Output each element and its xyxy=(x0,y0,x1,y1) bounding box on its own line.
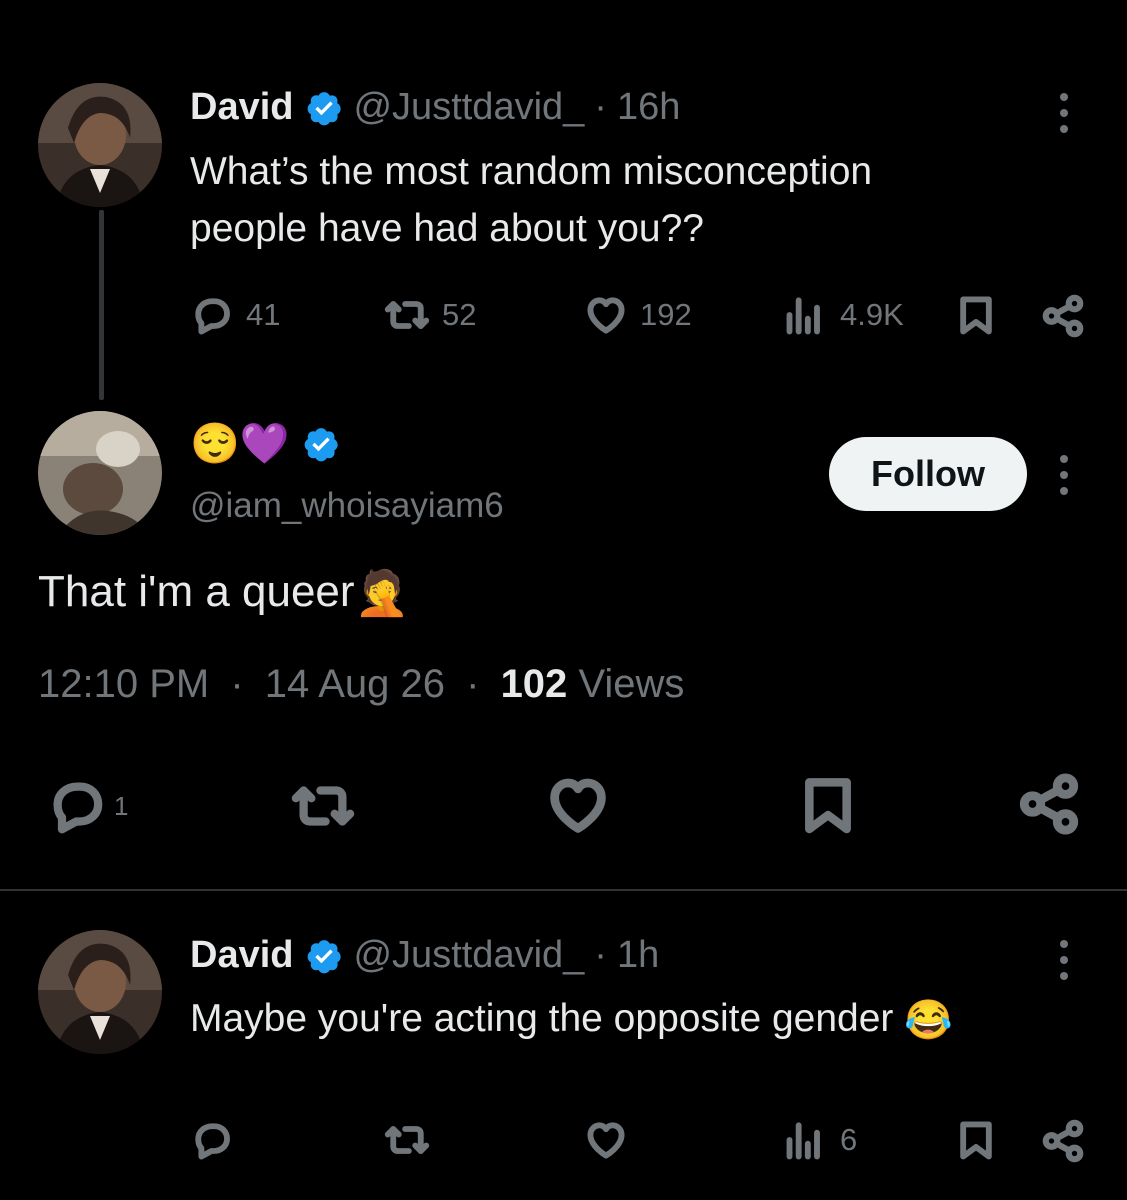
grok-icon[interactable] xyxy=(950,936,1000,986)
like-icon xyxy=(584,1118,628,1162)
timestamp[interactable]: 1h xyxy=(617,934,659,977)
like-button[interactable] xyxy=(545,772,611,838)
reply-count: 41 xyxy=(246,297,281,332)
separator-dot: · xyxy=(466,662,480,706)
separator-dot: · xyxy=(594,86,607,128)
reply-button[interactable] xyxy=(190,1118,234,1162)
bookmark-button[interactable] xyxy=(954,293,998,337)
reply-icon xyxy=(46,775,108,837)
repost-icon xyxy=(290,775,356,837)
divider xyxy=(0,889,1127,891)
repost-icon xyxy=(384,1118,430,1162)
laughing-emoji: 😂 xyxy=(904,999,953,1043)
views-button[interactable]: 6 xyxy=(784,1118,857,1162)
like-icon xyxy=(584,293,628,337)
like-count: 192 xyxy=(640,297,692,332)
reply-button[interactable]: 1 xyxy=(46,775,128,837)
bookmark-button[interactable] xyxy=(954,1118,998,1162)
views-count: 102 xyxy=(500,662,568,706)
views-icon xyxy=(784,1118,828,1162)
tweet-text-line: people have had about you?? xyxy=(190,207,704,250)
facepalm-emoji: 🤦 xyxy=(354,569,410,619)
reply-button[interactable]: 41 xyxy=(190,293,280,337)
avatar[interactable] xyxy=(38,930,162,1054)
repost-button[interactable] xyxy=(290,775,356,837)
verified-badge-icon xyxy=(302,425,340,463)
bookmark-button[interactable] xyxy=(796,772,860,838)
tweet-header: David @Justtdavid_ · 16h xyxy=(190,86,680,129)
bookmark-icon xyxy=(954,293,998,337)
share-icon xyxy=(1040,1118,1086,1164)
tweet-header: 😌💜 xyxy=(190,420,350,467)
views-icon xyxy=(784,293,828,337)
views-button[interactable]: 4.9K xyxy=(784,293,904,337)
like-icon xyxy=(545,772,611,838)
author-handle[interactable]: @Justtdavid_ xyxy=(353,86,584,129)
author-name[interactable]: David xyxy=(190,86,293,129)
repost-count: 52 xyxy=(442,297,477,332)
share-button[interactable] xyxy=(1040,1118,1086,1164)
tweet-text: Maybe you're acting the opposite gender … xyxy=(190,990,953,1049)
share-icon xyxy=(1040,293,1086,339)
author-name[interactable]: David xyxy=(190,934,293,977)
tweet-text-content: Maybe you're acting the opposite gender xyxy=(190,997,894,1040)
repost-button[interactable]: 52 xyxy=(384,293,476,337)
view-count: 6 xyxy=(840,1122,858,1157)
views-label: Views xyxy=(578,662,685,706)
reply-icon xyxy=(190,293,234,337)
verified-badge-icon xyxy=(305,937,343,975)
separator-dot: · xyxy=(230,662,244,706)
verified-badge-icon xyxy=(305,89,343,127)
tweet-date[interactable]: 14 Aug 26 xyxy=(265,662,445,706)
tweet-text-line: What’s the most random misconception xyxy=(190,150,873,193)
repost-icon xyxy=(384,293,430,337)
tweet-header: David @Justtdavid_ · 1h xyxy=(190,934,659,977)
avatar[interactable] xyxy=(38,411,162,535)
author-handle-row: @iam_whoisayiam6 xyxy=(190,486,504,526)
more-icon[interactable] xyxy=(1056,93,1072,133)
repost-button[interactable] xyxy=(384,1118,430,1162)
timestamp[interactable]: 16h xyxy=(617,86,680,129)
author-handle[interactable]: @Justtdavid_ xyxy=(353,934,584,977)
share-button[interactable] xyxy=(1016,770,1082,838)
like-button[interactable] xyxy=(584,1118,628,1162)
share-button[interactable] xyxy=(1040,293,1086,339)
tweet-text: That i'm a queer🤦 xyxy=(38,562,409,624)
bookmark-icon xyxy=(796,772,860,838)
author-name[interactable]: 😌💜 xyxy=(190,420,290,467)
view-count: 4.9K xyxy=(840,297,904,332)
tweet-text-content: That i'm a queer xyxy=(38,567,355,616)
follow-button[interactable]: Follow xyxy=(829,437,1027,511)
separator-dot: · xyxy=(594,934,607,976)
author-handle[interactable]: @iam_whoisayiam6 xyxy=(190,486,504,526)
grok-icon[interactable] xyxy=(950,90,1000,140)
tweet-time[interactable]: 12:10 PM xyxy=(38,662,209,706)
more-icon[interactable] xyxy=(1056,455,1072,495)
bookmark-icon xyxy=(954,1118,998,1162)
thread-line xyxy=(99,210,104,400)
tweet-text: What’s the most random misconception peo… xyxy=(190,143,872,257)
reply-count: 1 xyxy=(114,790,129,821)
reply-icon xyxy=(190,1118,234,1162)
share-icon xyxy=(1016,770,1082,838)
like-button[interactable]: 192 xyxy=(584,293,692,337)
more-icon[interactable] xyxy=(1056,940,1072,980)
tweet-timestamp-row: 12:10 PM · 14 Aug 26 · 102 Views xyxy=(38,662,684,707)
avatar[interactable] xyxy=(38,83,162,207)
